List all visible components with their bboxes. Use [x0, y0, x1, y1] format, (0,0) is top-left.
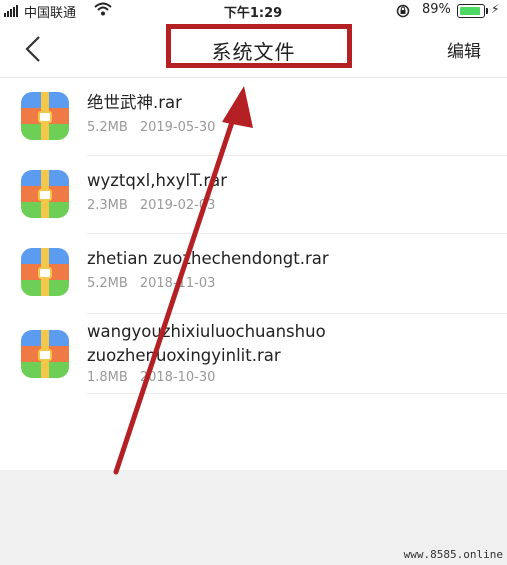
file-size: 2.3MB: [87, 198, 128, 213]
battery-icon: [457, 4, 488, 18]
file-meta: 5.2MB 2018-11-03: [87, 276, 215, 291]
archive-icon: [21, 170, 69, 218]
file-date: 2019-02-03: [139, 198, 216, 213]
archive-icon: [21, 248, 69, 296]
archive-icon: [21, 330, 69, 378]
clock: 下午1:29: [223, 6, 283, 21]
battery-percent: 89%: [422, 2, 451, 17]
orientation-lock-icon: [396, 4, 410, 18]
file-name: wyztqxl,hxylT.rar: [87, 171, 228, 190]
edit-button[interactable]: 编辑: [447, 37, 481, 62]
battery-fill: [460, 7, 480, 15]
file-row[interactable]: wangyouzhixiuluochuanshuo zuozhenuoxingyi…: [0, 314, 507, 394]
annotation-highlight-box: [166, 24, 352, 68]
file-row[interactable]: 绝世武神.rar 5.2MB 2019-05-30: [0, 78, 507, 156]
signal-icon: [4, 5, 20, 17]
status-bar: 中国联通 下午1:29 89% ⚡: [0, 0, 507, 22]
nav-bar: 系统文件 编辑: [0, 22, 507, 78]
charging-icon: ⚡: [491, 2, 500, 16]
file-meta: 1.8MB 2018-10-30: [87, 370, 215, 385]
file-meta: 5.2MB 2019-05-30: [87, 120, 215, 135]
file-name: 绝世武神.rar: [87, 93, 182, 112]
file-size: 5.2MB: [87, 120, 128, 135]
file-size: 5.2MB: [87, 276, 128, 291]
row-divider: [87, 393, 507, 394]
carrier-name: 中国联通: [24, 6, 77, 21]
file-name: wangyouzhixiuluochuanshuo: [87, 322, 326, 341]
file-row[interactable]: zhetian zuozhechendongt.rar 5.2MB 2018-11-…: [0, 234, 507, 314]
archive-icon: [21, 92, 69, 140]
file-size: 1.8MB: [87, 370, 128, 385]
file-name: zhetian zuozhechendongt.rar: [87, 249, 329, 268]
watermark: www.8585.online: [403, 548, 503, 561]
file-name: zuozhenuoxingyinlit.rar: [87, 346, 281, 365]
file-date: 2018-11-03: [139, 276, 216, 291]
file-date: 2019-05-30: [139, 120, 216, 135]
file-row[interactable]: wyztqxl,hxylT.rar 2.3MB 2019-02-03: [0, 156, 507, 234]
wifi-icon: [94, 2, 112, 16]
file-date: 2018-10-30: [139, 370, 216, 385]
file-meta: 2.3MB 2019-02-03: [87, 198, 215, 213]
